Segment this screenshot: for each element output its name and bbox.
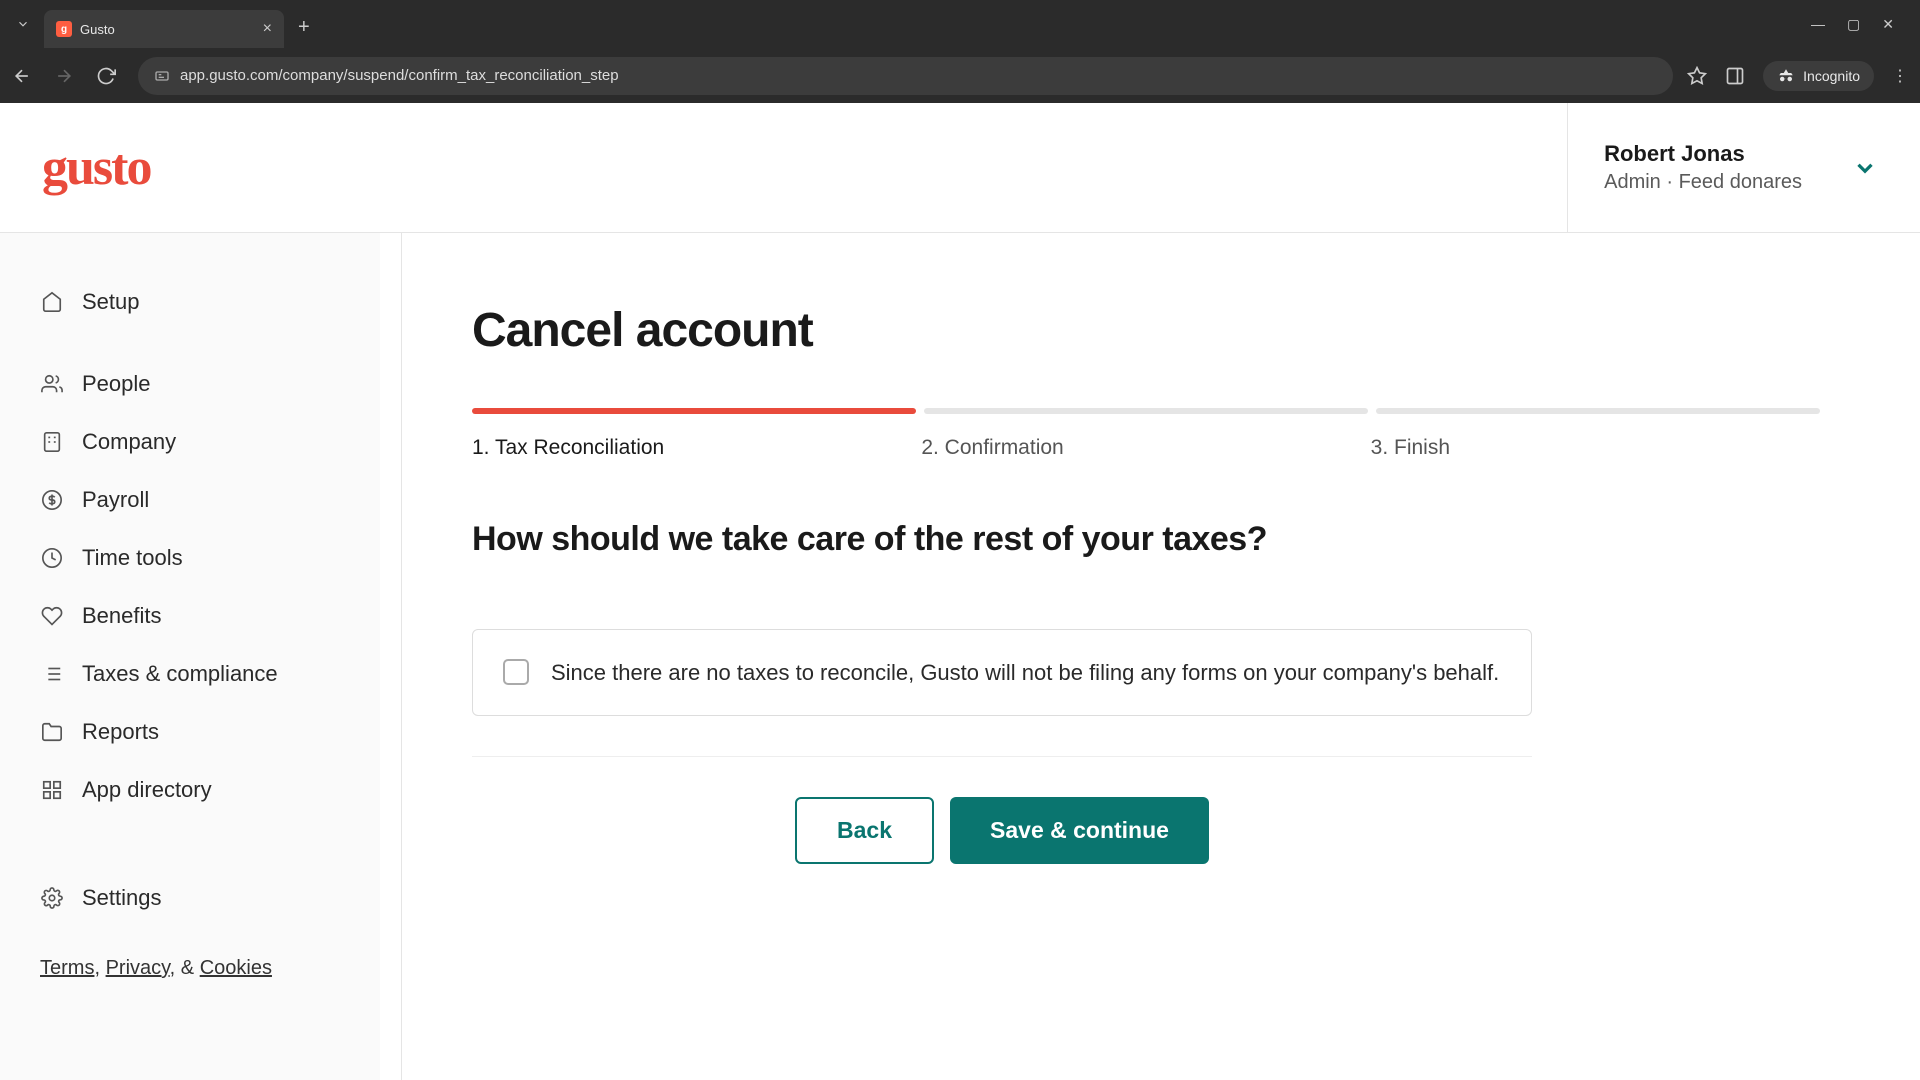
nav-label: Setup bbox=[82, 289, 140, 315]
new-tab-button[interactable]: + bbox=[290, 16, 318, 39]
dollar-icon bbox=[40, 488, 64, 512]
user-name: Robert Jonas bbox=[1604, 141, 1802, 167]
incognito-badge[interactable]: Incognito bbox=[1763, 61, 1874, 91]
sidebar-wrap: Setup People Company Payroll Time tools bbox=[0, 233, 402, 1080]
chevron-down-icon bbox=[1852, 155, 1878, 181]
nav-label: Settings bbox=[82, 885, 162, 911]
forward-icon bbox=[54, 66, 82, 86]
stepper bbox=[472, 408, 1820, 414]
step-bar-3 bbox=[1376, 408, 1820, 414]
sidebar-item-settings[interactable]: Settings bbox=[0, 869, 380, 927]
side-panel-icon[interactable] bbox=[1725, 66, 1745, 86]
heart-icon bbox=[40, 604, 64, 628]
tab-bar: g Gusto × + — ▢ ✕ bbox=[0, 0, 1920, 48]
sidebar-item-app-directory[interactable]: App directory bbox=[0, 761, 380, 819]
app-body: Setup People Company Payroll Time tools bbox=[0, 233, 1920, 1080]
home-icon bbox=[40, 290, 64, 314]
window-controls: — ▢ ✕ bbox=[1811, 16, 1912, 33]
url-input[interactable]: app.gusto.com/company/suspend/confirm_ta… bbox=[138, 57, 1673, 95]
nav-label: Company bbox=[82, 429, 176, 455]
nav-label: People bbox=[82, 371, 151, 397]
sidebar-item-time-tools[interactable]: Time tools bbox=[0, 529, 380, 587]
save-continue-button[interactable]: Save & continue bbox=[950, 797, 1209, 864]
sidebar-item-taxes[interactable]: Taxes & compliance bbox=[0, 645, 380, 703]
user-role: Admin · Feed donares bbox=[1604, 171, 1802, 194]
bookmark-icon[interactable] bbox=[1687, 66, 1707, 86]
tab-favicon-icon: g bbox=[56, 21, 72, 37]
browser-chrome: g Gusto × + — ▢ ✕ app.gusto.com/company/… bbox=[0, 0, 1920, 103]
sidebar-item-people[interactable]: People bbox=[0, 355, 380, 413]
building-icon bbox=[40, 430, 64, 454]
reload-icon[interactable] bbox=[96, 66, 124, 86]
step-label-1: 1. Tax Reconciliation bbox=[472, 436, 921, 460]
step-label-2: 2. Confirmation bbox=[921, 436, 1370, 460]
back-button[interactable]: Back bbox=[795, 797, 934, 864]
sidebar-item-payroll[interactable]: Payroll bbox=[0, 471, 380, 529]
address-bar: app.gusto.com/company/suspend/confirm_ta… bbox=[0, 48, 1920, 103]
url-text: app.gusto.com/company/suspend/confirm_ta… bbox=[180, 67, 619, 84]
nav-label: Reports bbox=[82, 719, 159, 745]
acknowledge-checkbox[interactable] bbox=[503, 659, 529, 685]
step-label-3: 3. Finish bbox=[1371, 436, 1820, 460]
nav-label: App directory bbox=[82, 777, 212, 803]
nav-label: Payroll bbox=[82, 487, 149, 513]
step-labels: 1. Tax Reconciliation 2. Confirmation 3.… bbox=[472, 436, 1820, 460]
privacy-link[interactable]: Privacy bbox=[106, 957, 170, 979]
people-icon bbox=[40, 372, 64, 396]
maximize-icon[interactable]: ▢ bbox=[1847, 16, 1860, 33]
sidebar-item-setup[interactable]: Setup bbox=[0, 273, 380, 331]
grid-icon bbox=[40, 778, 64, 802]
addr-icons: Incognito ⋮ bbox=[1687, 61, 1908, 91]
page-title: Cancel account bbox=[472, 303, 1820, 358]
question-heading: How should we take care of the rest of y… bbox=[472, 520, 1820, 559]
nav-label: Time tools bbox=[82, 545, 183, 571]
main-content: Cancel account 1. Tax Reconciliation 2. … bbox=[402, 233, 1920, 1080]
list-icon bbox=[40, 662, 64, 686]
checkbox-label: Since there are no taxes to reconcile, G… bbox=[551, 656, 1499, 689]
back-icon[interactable] bbox=[12, 66, 40, 86]
divider bbox=[472, 756, 1532, 757]
tab-title: Gusto bbox=[80, 22, 255, 37]
user-menu[interactable]: Robert Jonas Admin · Feed donares bbox=[1567, 103, 1878, 232]
checkbox-card: Since there are no taxes to reconcile, G… bbox=[472, 629, 1532, 716]
tab-search-dropdown[interactable] bbox=[8, 9, 38, 39]
incognito-label: Incognito bbox=[1803, 68, 1860, 84]
minimize-icon[interactable]: — bbox=[1811, 16, 1825, 33]
gusto-logo[interactable]: gusto bbox=[42, 138, 150, 197]
sidebar-item-benefits[interactable]: Benefits bbox=[0, 587, 380, 645]
incognito-icon bbox=[1777, 67, 1795, 85]
app-header: gusto Robert Jonas Admin · Feed donares bbox=[0, 103, 1920, 233]
cookies-link[interactable]: Cookies bbox=[200, 957, 272, 979]
step-bar-2 bbox=[924, 408, 1368, 414]
sidebar-item-company[interactable]: Company bbox=[0, 413, 380, 471]
clock-icon bbox=[40, 546, 64, 570]
close-window-icon[interactable]: ✕ bbox=[1882, 16, 1894, 33]
sidebar[interactable]: Setup People Company Payroll Time tools bbox=[0, 233, 380, 1080]
close-tab-icon[interactable]: × bbox=[263, 20, 272, 38]
user-info: Robert Jonas Admin · Feed donares bbox=[1604, 141, 1802, 194]
terms-link[interactable]: Terms bbox=[40, 957, 94, 979]
site-settings-icon[interactable] bbox=[154, 68, 170, 84]
nav-label: Benefits bbox=[82, 603, 162, 629]
nav-label: Taxes & compliance bbox=[82, 661, 278, 687]
browser-tab[interactable]: g Gusto × bbox=[44, 10, 284, 48]
folder-icon bbox=[40, 720, 64, 744]
gear-icon bbox=[40, 886, 64, 910]
sidebar-item-reports[interactable]: Reports bbox=[0, 703, 380, 761]
menu-icon[interactable]: ⋮ bbox=[1892, 66, 1908, 86]
footer-links: Terms, Privacy, & Cookies bbox=[0, 927, 380, 1010]
step-bar-1 bbox=[472, 408, 916, 414]
action-buttons: Back Save & continue bbox=[472, 797, 1532, 864]
